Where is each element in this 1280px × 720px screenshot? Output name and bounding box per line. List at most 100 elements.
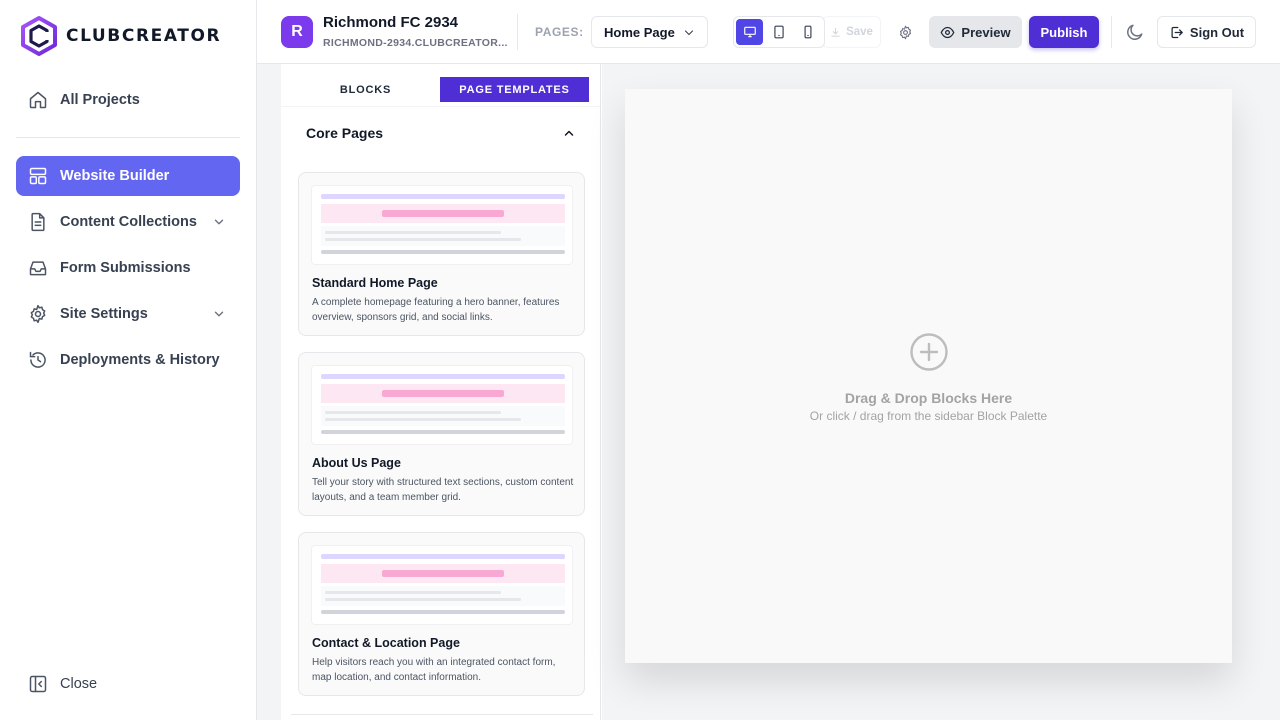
thumb-footer [321,430,565,434]
chevron-down-icon [214,219,224,225]
collapse-sidebar-icon [28,674,48,694]
panel-bottom-divider [291,714,593,715]
tablet-view-button[interactable] [765,19,792,45]
history-icon [28,350,48,370]
page-settings-button[interactable] [895,22,915,42]
document-icon [28,212,48,232]
sidebar-item-label: Content Collections [60,214,197,230]
sidebar-item-label: Site Settings [60,306,148,322]
thumb-nav-bar [321,554,565,559]
template-card-standard-home[interactable]: Standard Home Page A complete homepage f… [298,172,585,336]
template-description: A complete homepage featuring a hero ban… [312,297,560,323]
desktop-icon [743,26,756,38]
home-icon [28,90,48,110]
template-title: About Us Page [312,456,401,470]
thumb-line [325,411,501,414]
tabs-divider [281,106,600,107]
project-avatar[interactable]: R [281,16,313,48]
tablet-icon [774,25,784,39]
template-card-about-us[interactable]: About Us Page Tell your story with struc… [298,352,585,516]
project-url[interactable]: RICHMOND-2934.CLUBCREATOR... [323,37,508,49]
chevron-down-icon [214,311,224,317]
sidebar-item-all-projects[interactable]: All Projects [16,80,240,120]
sidebar-item-label: All Projects [60,92,140,108]
sidebar-item-label: Deployments & History [60,352,220,368]
page-select-value: Home Page [604,24,675,40]
inbox-icon [28,258,48,278]
project-name: Richmond FC 2934 [323,14,459,31]
template-description: Help visitors reach you with an integrat… [312,657,556,683]
mobile-view-button[interactable] [795,19,822,45]
chevron-up-icon[interactable] [563,127,575,139]
preview-label: Preview [961,24,1011,40]
preview-button[interactable]: Preview [929,16,1022,48]
panel-gutter [257,64,281,720]
thumb-hero [321,384,565,403]
palette-tabs: BLOCKS PAGE TEMPLATES [291,77,589,102]
sign-out-icon [1171,26,1183,38]
thumb-body [321,586,565,606]
sidebar-item-form-submissions[interactable]: Form Submissions [16,248,240,288]
sidebar-divider [16,137,240,138]
template-title: Standard Home Page [312,276,438,290]
sidebar-close-button[interactable]: Close [16,664,240,704]
layout-icon [28,166,48,186]
dark-mode-toggle-icon[interactable] [1125,22,1145,42]
logo[interactable]: CLUBCREATOR [20,16,221,56]
sidebar-item-site-settings[interactable]: Site Settings [16,294,240,334]
thumb-footer [321,610,565,614]
top-bar: R Richmond FC 2934 RICHMOND-2934.CLUBCRE… [257,0,1280,64]
template-thumbnail [311,545,573,625]
save-button[interactable]: Save [822,16,881,48]
thumb-hero [321,564,565,583]
header-divider [1111,16,1112,48]
template-title: Contact & Location Page [312,636,460,650]
app-root: CLUBCREATOR All Projects Website Builder… [0,0,1280,720]
sidebar-item-label: Form Submissions [60,260,191,276]
canvas-area: Drag & Drop Blocks Here Or click / drag … [602,64,1280,720]
template-thumbnail [311,365,573,445]
gear-icon [899,25,911,39]
section-title[interactable]: Core Pages [306,125,383,141]
mobile-icon [804,25,812,39]
sign-out-button[interactable]: Sign Out [1157,16,1256,48]
thumb-hero [321,204,565,223]
sidebar-item-content-collections[interactable]: Content Collections [16,202,240,242]
template-thumbnail [311,185,573,265]
sidebar-item-website-builder[interactable]: Website Builder [16,156,240,196]
sidebar-item-deployments-history[interactable]: Deployments & History [16,340,240,380]
block-palette-panel: BLOCKS PAGE TEMPLATES Core Pages Standar… [281,64,601,720]
thumb-line [325,598,521,601]
header-divider [517,14,518,50]
thumb-line [325,591,501,594]
brand-name: CLUBCREATOR [66,26,222,46]
download-icon [831,27,840,37]
sidebar-item-label: Website Builder [60,168,170,184]
page-select[interactable]: Home Page [591,16,708,48]
thumb-nav-bar [321,374,565,379]
drop-zone-subtitle: Or click / drag from the sidebar Block P… [809,409,1048,423]
plus-circle-icon [910,333,948,371]
thumb-footer [321,250,565,254]
desktop-view-button[interactable] [736,19,764,45]
page-canvas-dropzone[interactable]: Drag & Drop Blocks Here Or click / drag … [625,89,1232,663]
clubcreator-logo-icon [21,16,57,56]
tab-blocks[interactable]: BLOCKS [291,77,440,102]
template-description: Tell your story with structured text sec… [312,477,574,503]
thumb-hero-text [382,570,504,577]
publish-button[interactable]: Publish [1029,16,1099,48]
eye-icon [940,26,955,38]
tab-page-templates[interactable]: PAGE TEMPLATES [440,77,589,102]
thumb-body [321,226,565,246]
device-toggle-group [733,16,825,48]
pages-label: PAGES: [535,25,584,39]
thumb-line [325,418,521,421]
close-label: Close [60,676,98,692]
thumb-hero-text [382,210,504,217]
chevron-down-icon [684,30,694,36]
template-card-contact-location[interactable]: Contact & Location Page Help visitors re… [298,532,585,696]
thumb-nav-bar [321,194,565,199]
thumb-body [321,406,565,426]
thumb-hero-text [382,390,504,397]
drop-zone-title: Drag & Drop Blocks Here [844,390,1013,406]
